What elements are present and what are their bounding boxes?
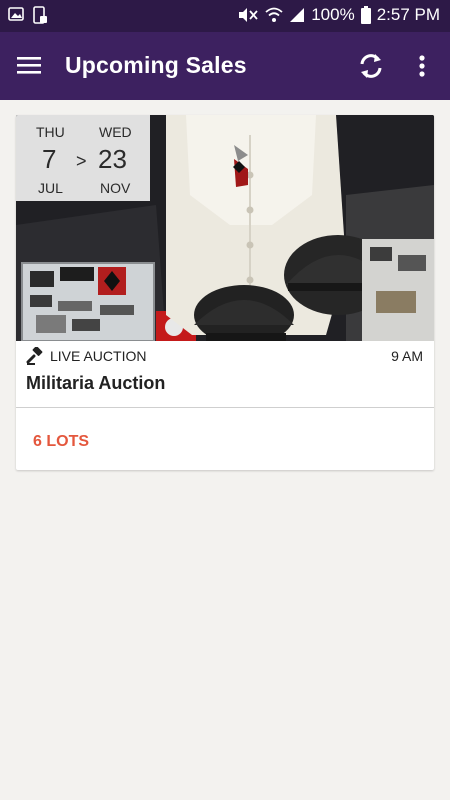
app-bar: Upcoming Sales: [0, 32, 450, 100]
notification-icons: [8, 6, 48, 24]
menu-button[interactable]: [14, 52, 46, 80]
end-month: NOV: [100, 180, 131, 196]
more-vert-icon: [419, 55, 425, 77]
sale-time: 9 AM: [391, 348, 423, 364]
sale-title: Militaria Auction: [26, 373, 166, 393]
more-options-button[interactable]: [411, 50, 433, 82]
status-bar: 100% 2:57 PM: [0, 0, 450, 32]
divider: [16, 407, 434, 408]
gavel-icon: [26, 347, 43, 365]
hamburger-menu-icon: [17, 57, 41, 74]
start-day: 7: [42, 144, 57, 174]
clock: 2:57 PM: [376, 5, 440, 24]
lots-link[interactable]: 6 LOTS: [33, 433, 89, 451]
refresh-icon: [360, 54, 382, 78]
battery-percent: 100%: [311, 5, 355, 24]
status-indicators: 100% 2:57 PM: [237, 5, 440, 25]
sale-image: THU 7 JUL > WED 23 NOV: [16, 115, 434, 341]
date-separator: >: [76, 151, 87, 171]
wifi-icon: [265, 7, 283, 22]
sale-card[interactable]: THU 7 JUL > WED 23 NOV LIVE AUCTION 9 AM…: [16, 115, 434, 470]
start-day-of-week: THU: [36, 124, 65, 140]
end-day-of-week: WED: [99, 124, 132, 140]
signal-icon: [290, 8, 305, 22]
end-day: 23: [98, 144, 127, 174]
screenshot-notification-icon: [33, 6, 47, 24]
sale-type: LIVE AUCTION: [26, 346, 146, 366]
mute-icon: [239, 8, 258, 22]
gallery-notification-icon: [8, 7, 24, 21]
sale-type-label: LIVE AUCTION: [50, 348, 147, 364]
page-title: Upcoming Sales: [65, 52, 247, 78]
date-range: THU 7 JUL > WED 23 NOV: [16, 115, 150, 201]
battery-icon: [360, 6, 371, 24]
refresh-button[interactable]: [355, 49, 387, 83]
start-month: JUL: [38, 180, 63, 196]
